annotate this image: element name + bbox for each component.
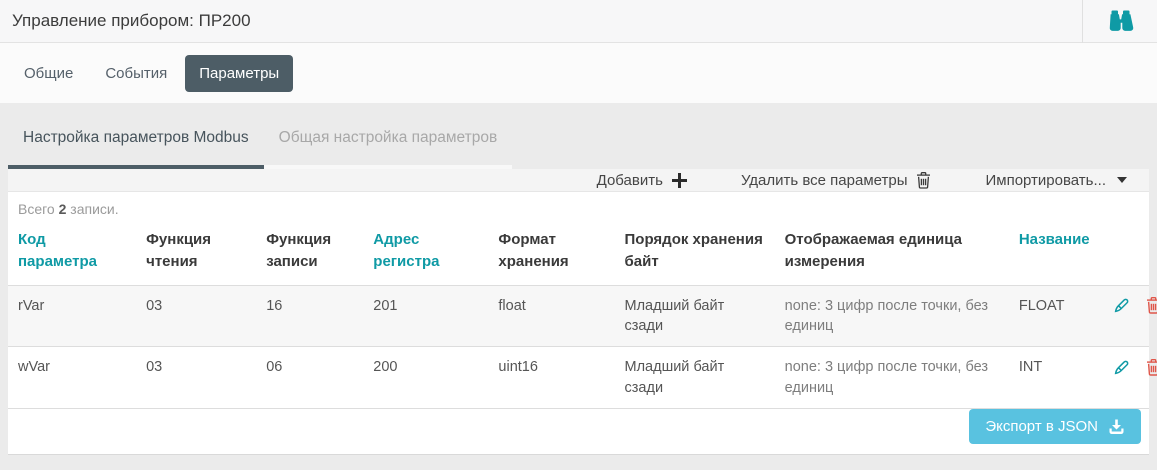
cell-read-function: 03 bbox=[136, 347, 256, 409]
modbus-parameters-table: Код параметра Функция чтения Функция зап… bbox=[8, 219, 1149, 409]
col-header-byte-order: Порядок хранения байт bbox=[615, 219, 775, 285]
cell-byte-order: Младший байт сзади bbox=[615, 347, 775, 409]
table-header-row: Код параметра Функция чтения Функция зап… bbox=[8, 219, 1149, 285]
cell-display-unit: none: 3 цифр после точки, без единиц bbox=[775, 285, 1009, 347]
table-row-wvar: wVar 03 06 200 uint16 Младший байт сзади… bbox=[8, 347, 1149, 409]
col-header-name[interactable]: Название bbox=[1009, 219, 1091, 285]
col-header-storage-format: Формат хранения bbox=[488, 219, 614, 285]
cell-display-unit: none: 3 цифр после точки, без единиц bbox=[775, 347, 1009, 409]
col-header-read-function: Функция чтения bbox=[136, 219, 256, 285]
main-tabs: Общие События Параметры bbox=[0, 43, 1157, 103]
col-header-register-address[interactable]: Адрес регистра bbox=[363, 219, 488, 285]
delete-all-label: Удалить все параметры bbox=[741, 172, 908, 189]
page-title: Управление прибором: ПР200 bbox=[0, 11, 1082, 31]
parameters-panel: Добавить Удалить все параметры bbox=[8, 169, 1149, 455]
cell-byte-order: Младший байт сзади bbox=[615, 285, 775, 347]
col-header-write-function: Функция записи bbox=[256, 219, 363, 285]
edit-icon[interactable] bbox=[1113, 297, 1130, 314]
add-parameter-label: Добавить bbox=[597, 172, 663, 189]
tab-parameters[interactable]: Параметры bbox=[185, 55, 293, 92]
cell-register-address: 200 bbox=[363, 347, 488, 409]
cell-read-function: 03 bbox=[136, 285, 256, 347]
tab-events[interactable]: События bbox=[91, 55, 181, 92]
export-json-button[interactable]: Экспорт в JSON bbox=[969, 409, 1141, 444]
chevron-down-icon bbox=[1117, 177, 1127, 183]
cell-param-code: rVar bbox=[8, 285, 136, 347]
col-header-actions bbox=[1091, 219, 1149, 285]
cell-storage-format: float bbox=[488, 285, 614, 347]
cell-name: FLOAT bbox=[1009, 285, 1091, 347]
page-header: Управление прибором: ПР200 bbox=[0, 0, 1157, 43]
records-summary: Всего 2 записи. bbox=[8, 192, 1149, 219]
delete-all-parameters-button[interactable]: Удалить все параметры bbox=[735, 172, 938, 189]
tab-general[interactable]: Общие bbox=[10, 55, 87, 92]
panel-footer: Экспорт в JSON bbox=[8, 409, 1149, 454]
col-header-display-unit: Отображаемая единица измерения bbox=[775, 219, 1009, 285]
binoculars-icon bbox=[1107, 10, 1134, 33]
edit-icon[interactable] bbox=[1113, 359, 1130, 376]
cell-register-address: 201 bbox=[363, 285, 488, 347]
row-actions bbox=[1091, 347, 1149, 409]
parameter-subtabs: Настройка параметров Modbus Общая настро… bbox=[0, 103, 1157, 169]
download-icon bbox=[1108, 419, 1125, 435]
cell-param-code: wVar bbox=[8, 347, 136, 409]
subtab-general-settings[interactable]: Общая настройка параметров bbox=[264, 103, 513, 169]
subtab-modbus-settings[interactable]: Настройка параметров Modbus bbox=[8, 103, 264, 169]
row-actions bbox=[1091, 285, 1149, 347]
monitoring-button[interactable] bbox=[1082, 0, 1157, 43]
device-management-page: Управление прибором: ПР200 Общие События… bbox=[0, 0, 1157, 470]
add-parameter-button[interactable]: Добавить bbox=[591, 172, 693, 189]
table-toolbar: Добавить Удалить все параметры bbox=[8, 169, 1149, 192]
trash-icon bbox=[916, 172, 931, 189]
delete-icon[interactable] bbox=[1146, 359, 1157, 376]
cell-write-function: 06 bbox=[256, 347, 363, 409]
import-label: Импортировать... bbox=[985, 172, 1106, 189]
col-header-param-code[interactable]: Код параметра bbox=[8, 219, 136, 285]
table-row-rvar: rVar 03 16 201 float Младший байт сзади … bbox=[8, 285, 1149, 347]
export-json-label: Экспорт в JSON bbox=[985, 418, 1098, 435]
import-dropdown-button[interactable]: Импортировать... bbox=[979, 172, 1133, 189]
delete-icon[interactable] bbox=[1146, 297, 1157, 314]
cell-write-function: 16 bbox=[256, 285, 363, 347]
plus-icon bbox=[672, 173, 687, 188]
cell-name: INT bbox=[1009, 347, 1091, 409]
cell-storage-format: uint16 bbox=[488, 347, 614, 409]
